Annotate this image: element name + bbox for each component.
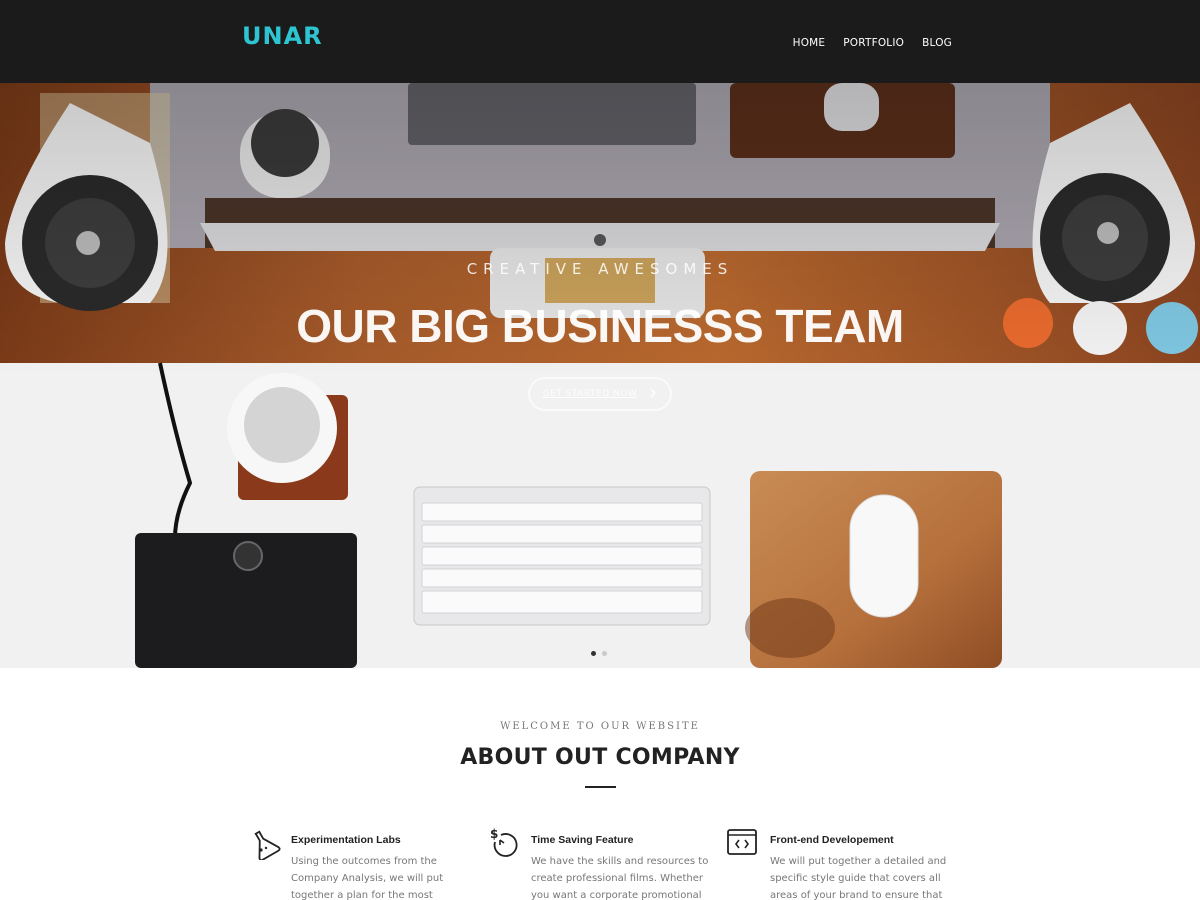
get-started-label: GET STARTED NOW [542,389,638,399]
about-title: ABOUT OUT COMPANY [460,745,740,770]
slider-dot-1[interactable] [591,651,596,656]
feature-text: We will put together a detailed and spec… [770,856,947,900]
welcome-eyebrow: WELCOME TO OUR WEBSITE [500,721,700,732]
hero-background-image [0,83,1200,668]
hero-title: OUR BIG BUSINESSS TEAM [296,300,904,352]
nav-item-blog[interactable]: BLOG [922,37,952,49]
feature-title: Experimentation Labs [291,834,401,846]
feature-text: We have the skills and resources to crea… [531,856,709,900]
svg-text:$: $ [490,827,498,841]
hero-eyebrow: CREATIVE AWESOMES [466,260,734,278]
feature-title: Time Saving Feature [531,834,634,846]
get-started-button[interactable]: GET STARTED NOW [528,377,672,411]
site-logo[interactable]: UNAR [242,22,323,50]
feature-title: Front-end Developement [770,834,894,846]
nav-item-home[interactable]: HOME [793,37,826,49]
main-nav: HOME PORTFOLIO BLOG [793,37,952,49]
chevron-right-icon [649,387,657,401]
site-header: UNAR HOME PORTFOLIO BLOG [0,0,1200,83]
slider-dot-2[interactable] [602,651,607,656]
flask-icon [247,826,281,862]
title-divider [585,786,616,788]
nav-item-portfolio[interactable]: PORTFOLIO [843,37,904,49]
code-window-icon [726,826,760,860]
feature-text: Using the outcomes from the Company Anal… [291,856,444,900]
hero-slider: CREATIVE AWESOMES OUR BIG BUSINESSS TEAM… [0,83,1200,668]
slider-dots [591,651,607,656]
dollar-timer-icon: $ [487,826,521,860]
